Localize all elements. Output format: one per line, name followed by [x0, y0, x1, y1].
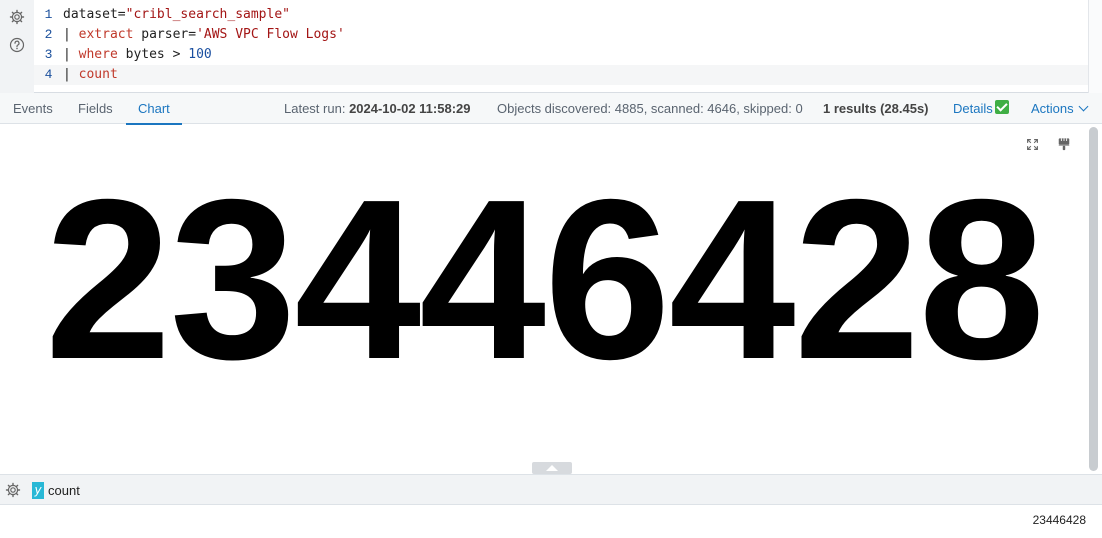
y-axis-badge: y: [32, 482, 44, 499]
code-token: extract: [78, 27, 134, 42]
editor-line[interactable]: 1 dataset="cribl_search_sample": [34, 5, 1088, 25]
latest-run-label: Latest run:: [284, 101, 346, 116]
paint-brush-icon[interactable]: [1055, 135, 1073, 153]
code-token: |: [63, 67, 79, 82]
line-code[interactable]: | where bytes > 100: [63, 45, 212, 65]
code-token: bytes >: [117, 47, 189, 62]
code-token: count: [78, 67, 118, 82]
code-token: |: [63, 27, 79, 42]
editor-line[interactable]: 2 | extract parser='AWS VPC Flow Logs': [34, 25, 1088, 45]
chevron-down-icon: [1078, 101, 1089, 112]
results-tabbar: Events Fields Chart Latest run: 2024-10-…: [0, 93, 1102, 125]
line-code[interactable]: | extract parser='AWS VPC Flow Logs': [63, 25, 345, 45]
fullscreen-icon[interactable]: [1023, 135, 1041, 153]
line-code[interactable]: | count: [63, 65, 118, 85]
tab-fields[interactable]: Fields: [77, 93, 114, 124]
series-label[interactable]: count: [48, 475, 80, 506]
success-check-icon: [994, 100, 1009, 114]
details-button[interactable]: Details: [953, 93, 1009, 124]
chart-panel: 23446428: [0, 125, 1102, 474]
code-token: parser=: [133, 27, 197, 42]
line-number: 1: [44, 7, 53, 22]
results-count: 1 results (28.45s): [823, 101, 929, 116]
latest-run: Latest run: 2024-10-02 11:58:29: [284, 93, 471, 124]
code-token: 'AWS VPC Flow Logs': [196, 27, 345, 42]
editor-lines[interactable]: 1 dataset="cribl_search_sample" 2 | extract…: [34, 5, 1088, 85]
editor-scrollbar[interactable]: [1088, 0, 1102, 93]
actions-dropdown[interactable]: Actions: [1031, 93, 1089, 124]
help-icon[interactable]: [8, 36, 26, 54]
tab-events[interactable]: Events: [12, 93, 54, 124]
single-value-number: 23446428: [44, 153, 1045, 407]
latest-run-value: 2024-10-02 11:58:29: [349, 101, 471, 116]
line-number: 4: [44, 67, 53, 82]
tab-chart[interactable]: Chart: [126, 93, 182, 125]
settings-gear-icon[interactable]: [8, 8, 26, 26]
code-token: "cribl_search_sample": [125, 7, 290, 22]
objects-summary: Objects discovered: 4885, scanned: 4646,…: [497, 101, 803, 116]
line-number: 3: [44, 47, 53, 62]
code-token: dataset=: [63, 7, 126, 22]
code-token: |: [63, 47, 79, 62]
editor-line[interactable]: 3 | where bytes > 100: [34, 45, 1088, 65]
line-code[interactable]: dataset="cribl_search_sample": [63, 5, 290, 25]
series-settings-gear-icon[interactable]: [5, 482, 21, 498]
query-editor[interactable]: 1 dataset="cribl_search_sample" 2 | extract…: [0, 0, 1102, 93]
actions-label: Actions: [1031, 101, 1074, 116]
editor-side-toolbar: [0, 0, 34, 93]
editor-line[interactable]: 4 | count: [34, 65, 1088, 85]
line-number: 2: [44, 27, 53, 42]
result-value-cell: 23446428: [1032, 513, 1086, 527]
series-legend-bar: y count: [0, 474, 1102, 505]
chart-scrollbar[interactable]: [1089, 127, 1098, 471]
result-value-row: 23446428: [0, 505, 1102, 535]
code-token: where: [78, 47, 118, 62]
code-token: 100: [188, 47, 212, 62]
details-label: Details: [953, 101, 993, 116]
panel-resize-handle[interactable]: [532, 462, 572, 474]
